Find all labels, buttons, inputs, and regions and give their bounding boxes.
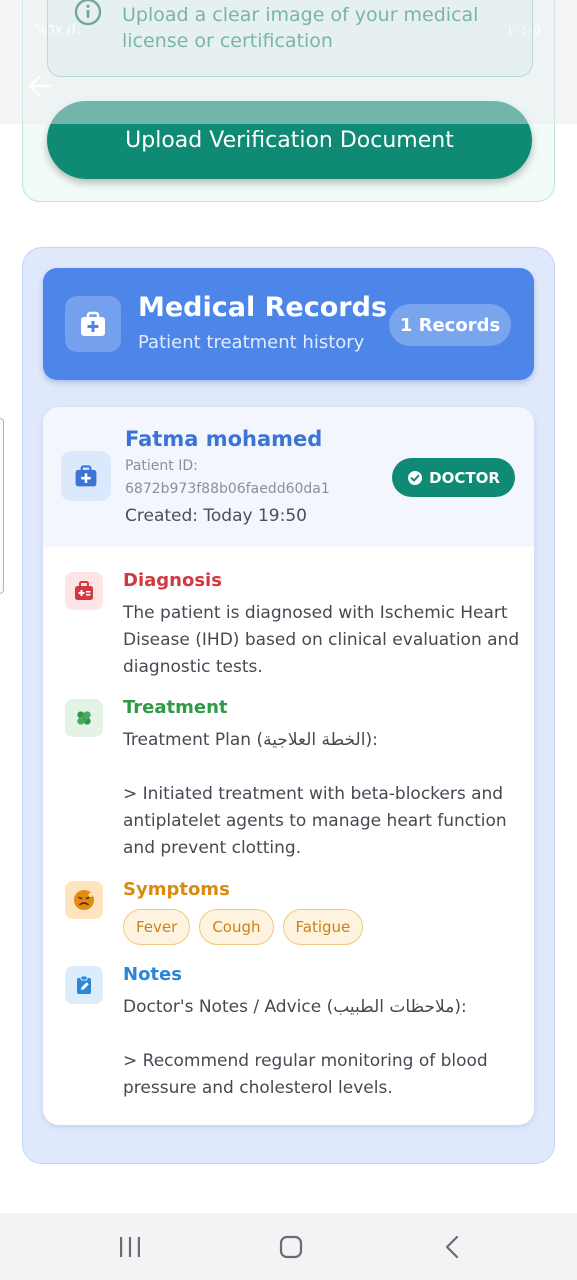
records-header: Medical Records Patient treatment histor… xyxy=(43,268,534,380)
notes-title: Notes xyxy=(123,964,182,985)
bandage-icon xyxy=(65,699,103,737)
records-subtitle: Patient treatment history xyxy=(138,332,365,353)
treatment-text: Treatment Plan (الخطة العلاجية): > Initi… xyxy=(123,730,507,858)
upload-verification-button[interactable]: Upload Verification Document xyxy=(47,101,532,179)
symptom-chips: Fever Cough Fatigue xyxy=(123,909,364,945)
verification-card: Upload a clear image of your medical lic… xyxy=(22,0,555,202)
edge-panel-handle[interactable] xyxy=(0,418,4,594)
symptom-chip: Fever xyxy=(123,909,191,945)
symptom-chip: Cough xyxy=(199,909,274,945)
back-arrow-icon[interactable] xyxy=(26,72,54,100)
home-icon[interactable] xyxy=(277,1233,305,1261)
patient-id-label: Patient ID: xyxy=(125,458,198,474)
medical-kit-icon xyxy=(61,451,111,501)
system-nav-bar xyxy=(0,1213,577,1280)
medical-kit-icon xyxy=(65,572,103,610)
recent-apps-icon[interactable] xyxy=(116,1233,144,1261)
medical-kit-icon xyxy=(65,296,121,352)
symptoms-title: Symptoms xyxy=(123,879,230,900)
back-icon[interactable] xyxy=(439,1233,467,1261)
records-count-badge: 1 Records xyxy=(389,304,511,346)
sick-face-icon xyxy=(65,881,103,919)
record-card[interactable]: Fatma mohamed Patient ID: 6872b973f88b06… xyxy=(43,407,534,1125)
diagnosis-title: Diagnosis xyxy=(123,570,222,591)
role-badge-label: DOCTOR xyxy=(429,468,500,487)
info-icon xyxy=(74,0,102,26)
record-header: Fatma mohamed Patient ID: 6872b973f88b06… xyxy=(43,407,534,547)
patient-id-value: 6872b973f88b06faedd60da1 xyxy=(125,481,330,497)
verification-hint: Upload a clear image of your medical lic… xyxy=(47,0,533,77)
verification-hint-text: Upload a clear image of your medical lic… xyxy=(122,4,479,52)
clipboard-edit-icon xyxy=(65,966,103,1004)
role-badge: DOCTOR xyxy=(392,458,515,497)
patient-name: Fatma mohamed xyxy=(125,427,323,451)
created-date: Created: Today 19:50 xyxy=(125,506,307,526)
records-title: Medical Records xyxy=(138,292,388,323)
medical-records-card: Medical Records Patient treatment histor… xyxy=(22,247,555,1164)
symptom-chip: Fatigue xyxy=(282,909,364,945)
notes-text: Doctor's Notes / Advice (ملاحظات الطبيب)… xyxy=(123,997,488,1098)
treatment-title: Treatment xyxy=(123,697,228,718)
diagnosis-text: The patient is diagnosed with Ischemic H… xyxy=(123,603,520,677)
verified-check-icon xyxy=(408,470,423,485)
